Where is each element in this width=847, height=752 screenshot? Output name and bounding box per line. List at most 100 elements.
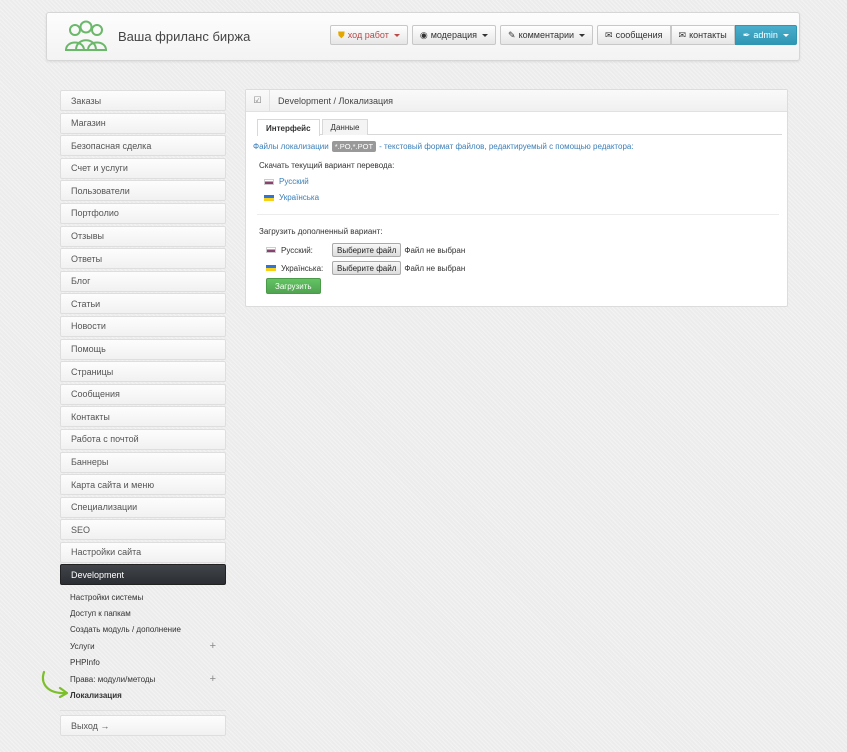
subnav-label: Создать модуль / дополнение [70, 625, 181, 635]
comments-label: комментарии [518, 30, 575, 40]
sidebar-item-banners[interactable]: Баннеры [60, 451, 226, 473]
sidebar-item-news[interactable]: Новости [60, 315, 226, 337]
chevron-down-icon [482, 33, 489, 37]
contacts-label: контакты [689, 30, 727, 40]
upload-lang-label: Русский: [281, 245, 313, 255]
sidebar-item-safe-deal[interactable]: Безопасная сделка [60, 135, 226, 157]
messages-label: сообщения [615, 30, 663, 40]
plus-icon[interactable]: + [210, 673, 216, 685]
download-label: Скачать текущий вариант перевода: [259, 161, 395, 170]
sidebar-item-answers[interactable]: Ответы [60, 248, 226, 270]
sidebar-item-shop[interactable]: Магазин [60, 112, 226, 134]
info-prefix: Файлы локализации [253, 142, 329, 151]
moderation-button[interactable]: ◉ модерация [411, 25, 497, 45]
curved-arrow-icon [41, 670, 69, 698]
eye-icon: ◉ [419, 29, 428, 40]
download-link-label: Русский [279, 177, 309, 186]
download-link-ukrainian[interactable]: Українська [264, 193, 319, 202]
sidebar-item-articles[interactable]: Статьи [60, 293, 226, 315]
sidebar-item-messages[interactable]: Сообщения [60, 383, 226, 405]
upload-lang-label: Українська: [281, 263, 324, 273]
sidebar-item-portfolio[interactable]: Портфолио [60, 202, 226, 224]
comments-button[interactable]: ✎ комментарии [500, 25, 594, 45]
sidebar-item-reviews[interactable]: Отзывы [60, 225, 226, 247]
sidebar-item-billing[interactable]: Счет и услуги [60, 157, 226, 179]
upload-row-russian: Русский: Выберите файл Файл не выбран [266, 243, 465, 257]
sidebar-item-help[interactable]: Помощь [60, 338, 226, 360]
subnav-label: Доступ к папкам [70, 609, 131, 619]
russia-flag-icon [264, 178, 274, 185]
upload-row-label: Українська: [266, 264, 332, 273]
wrench-icon: ✒ [742, 29, 751, 40]
sidebar-item-blog[interactable]: Блог [60, 270, 226, 292]
subnav-label: Локализация [70, 691, 122, 701]
tab-data[interactable]: Данные [321, 119, 369, 135]
info-suffix: - текстовый формат файлов, редактируемый… [379, 142, 634, 151]
ukraine-flag-icon [264, 194, 274, 201]
shield-icon: ⛊ [338, 29, 345, 40]
sidebar-item-pages[interactable]: Страницы [60, 361, 226, 383]
progress-button[interactable]: ⛊ ход работ [330, 25, 408, 45]
sidebar-item-sitemap[interactable]: Карта сайта и меню [60, 474, 226, 496]
subnav-item-localization[interactable]: Локализация [70, 687, 226, 703]
admin-menu-button[interactable]: ✒ admin [734, 25, 797, 45]
breadcrumb: Development / Локализация [278, 95, 394, 106]
section-divider [257, 214, 779, 215]
tab-interface[interactable]: Интерфейс [257, 119, 320, 136]
format-badge: *.PO,*.POT [331, 141, 377, 152]
localization-info: Файлы локализации *.PO,*.POT - текстовый… [253, 141, 634, 152]
sidebar-item-seo[interactable]: SEO [60, 519, 226, 541]
development-subnav: Настройки системы Доступ к папкам Создат… [70, 589, 226, 704]
subnav-label: PHPInfo [70, 658, 100, 668]
edit-icon: ☑ [246, 89, 270, 112]
site-title[interactable]: Ваша фриланс биржа [118, 29, 250, 44]
choose-file-button[interactable]: Выберите файл [332, 243, 402, 257]
chevron-down-icon [579, 33, 586, 37]
sidebar-item-contacts[interactable]: Контакты [60, 406, 226, 428]
plus-icon[interactable]: + [210, 640, 216, 652]
sidebar-item-mail[interactable]: Работа с почтой [60, 428, 226, 450]
top-header: Ваша фриланс биржа ⛊ ход работ ◉ модерац… [46, 12, 800, 61]
subnav-label: Услуги [70, 641, 95, 651]
admin-label: admin [753, 30, 778, 40]
subnav-item-services[interactable]: Услуги + [70, 638, 226, 654]
subnav-item-system-settings[interactable]: Настройки системы [70, 589, 226, 605]
moderation-label: модерация [430, 30, 478, 40]
sidebar-item-specializations[interactable]: Специализации [60, 496, 226, 518]
download-link-russian[interactable]: Русский [264, 177, 309, 186]
chevron-down-icon [393, 33, 400, 37]
sidebar-item-orders[interactable]: Заказы [60, 90, 226, 111]
subnav-item-create-module[interactable]: Создать модуль / дополнение [70, 622, 226, 638]
subnav-item-folder-access[interactable]: Доступ к папкам [70, 605, 226, 621]
top-nav: ⛊ ход работ ◉ модерация ✎ комментарии ✉ … [330, 25, 797, 45]
pencil-icon: ✎ [508, 29, 516, 40]
subnav-item-permissions[interactable]: Права: модули/методы + [70, 671, 226, 687]
messages-button[interactable]: ✉ сообщения [597, 25, 671, 45]
sidebar-item-site-settings[interactable]: Настройки сайта [60, 541, 226, 563]
logout-button[interactable]: Выход → [60, 715, 226, 736]
sidebar-item-development[interactable]: Development [60, 564, 226, 586]
sidebar-item-users[interactable]: Пользователи [60, 180, 226, 202]
logo-icon[interactable] [63, 20, 109, 54]
upload-label: Загрузить дополненный вариант: [259, 227, 383, 236]
sidebar: Заказы Магазин Безопасная сделка Счет и … [60, 90, 226, 587]
upload-submit-button[interactable]: Загрузить [266, 278, 321, 294]
subnav-item-phpinfo[interactable]: PHPInfo [70, 655, 226, 671]
download-link-label: Українська [279, 193, 320, 202]
file-status: Файл не выбран [404, 263, 466, 273]
panel-header: ☑ Development / Локализация [246, 89, 787, 112]
upload-row-label: Русский: [266, 246, 332, 255]
localization-panel: ☑ Development / Локализация Интерфейс Да… [245, 89, 788, 307]
file-status: Файл не выбран [404, 245, 466, 255]
choose-file-button[interactable]: Выберите файл [332, 261, 402, 275]
contacts-button[interactable]: ✉ контакты [670, 25, 735, 45]
tab-bar: Интерфейс Данные [257, 119, 782, 136]
envelope-icon: ✉ [605, 29, 613, 40]
progress-label: ход работ [347, 30, 389, 40]
subnav-label: Права: модули/методы [70, 674, 156, 684]
upload-row-ukrainian: Українська: Выберите файл Файл не выбран [266, 261, 465, 275]
sidebar-divider [60, 710, 226, 711]
russia-flag-icon [266, 247, 276, 253]
ukraine-flag-icon [266, 265, 276, 271]
chevron-down-icon [782, 33, 789, 37]
